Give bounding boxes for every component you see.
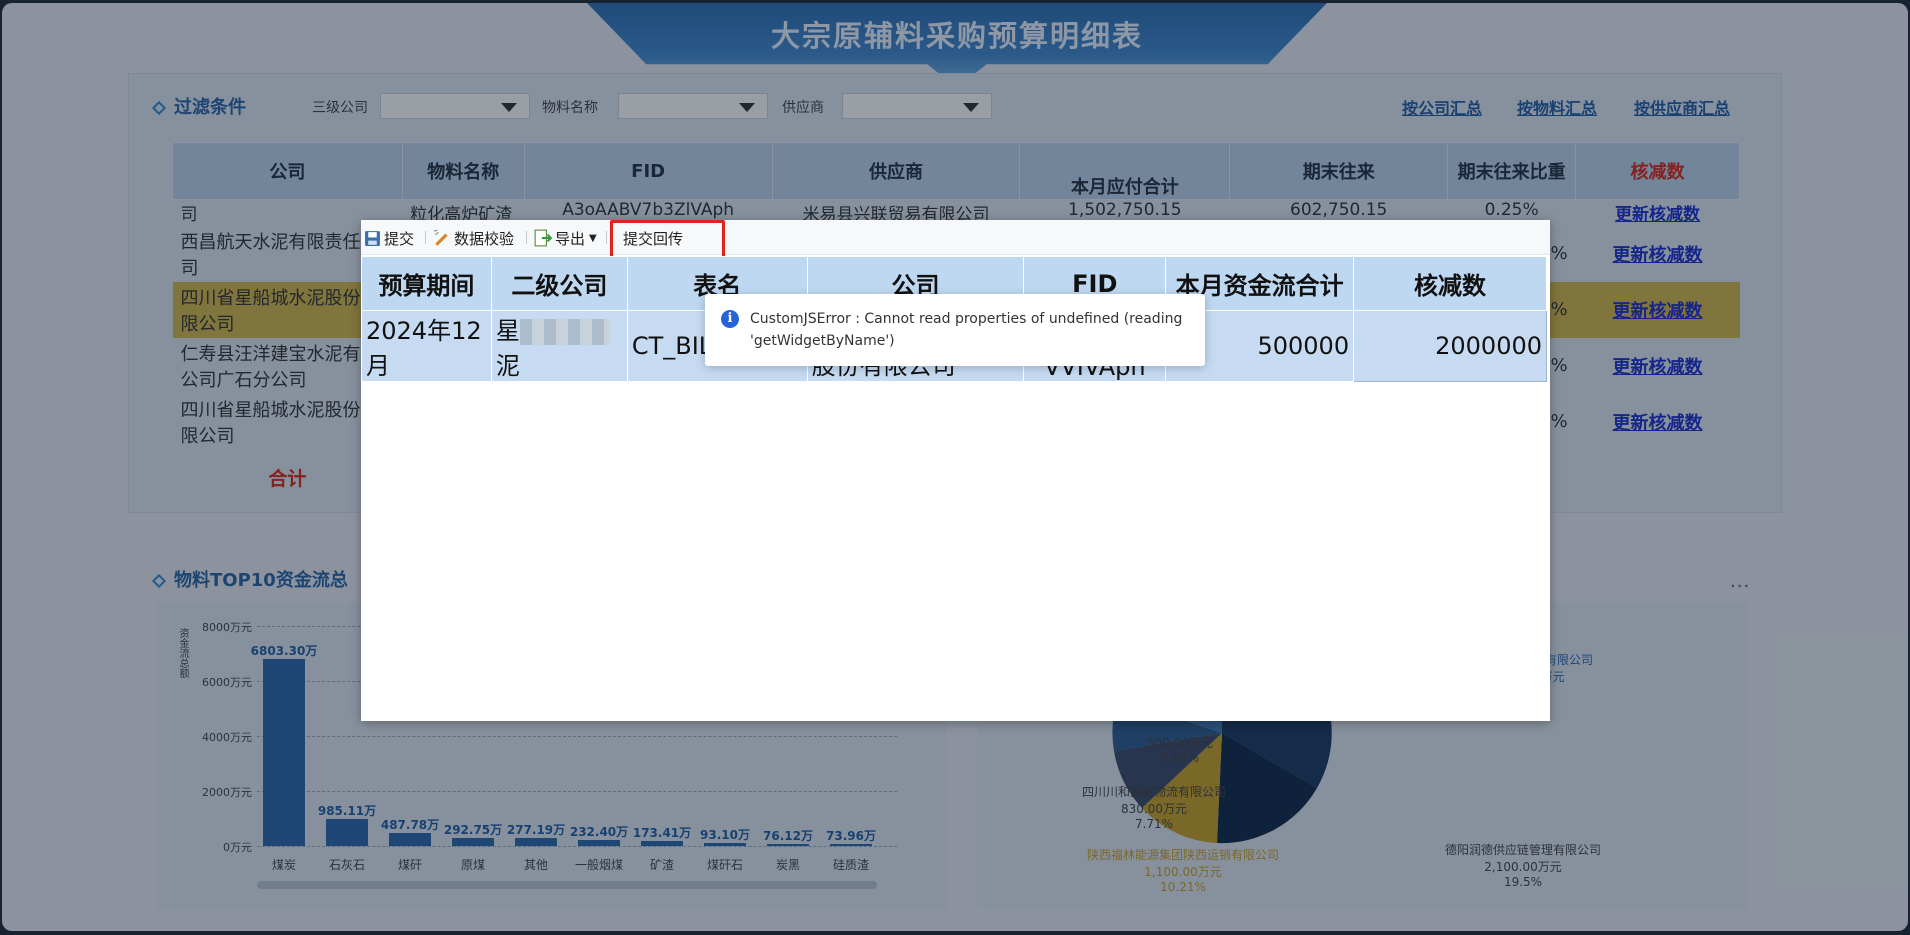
cell-reduction-input[interactable]: 2000000 xyxy=(1353,310,1547,382)
redacted-text xyxy=(519,319,610,345)
export-icon xyxy=(534,229,552,247)
col-reduction: 核减数 xyxy=(1353,256,1547,311)
dialog-toolbar: 提交 数据校验 导出 ▼ 提交回传 xyxy=(361,220,1550,255)
caret-down-icon: ▼ xyxy=(589,232,597,244)
highlight-box xyxy=(610,220,725,260)
col-company2: 二级公司 xyxy=(490,256,628,311)
export-button[interactable]: 导出 ▼ xyxy=(534,228,597,248)
cell-company2: 星泥 xyxy=(490,310,628,382)
col-period: 预算期间 xyxy=(361,256,492,311)
cell-period: 2024年12月 xyxy=(361,310,492,382)
submit-button[interactable]: 提交 xyxy=(364,228,414,248)
error-toast: i CustomJSError : Cannot read properties… xyxy=(705,294,1205,366)
save-icon xyxy=(365,230,380,246)
info-icon: i xyxy=(721,310,739,328)
toast-message: CustomJSError : Cannot read properties o… xyxy=(750,311,1183,349)
pencil-icon xyxy=(433,229,448,246)
validate-button[interactable]: 数据校验 xyxy=(433,228,514,248)
